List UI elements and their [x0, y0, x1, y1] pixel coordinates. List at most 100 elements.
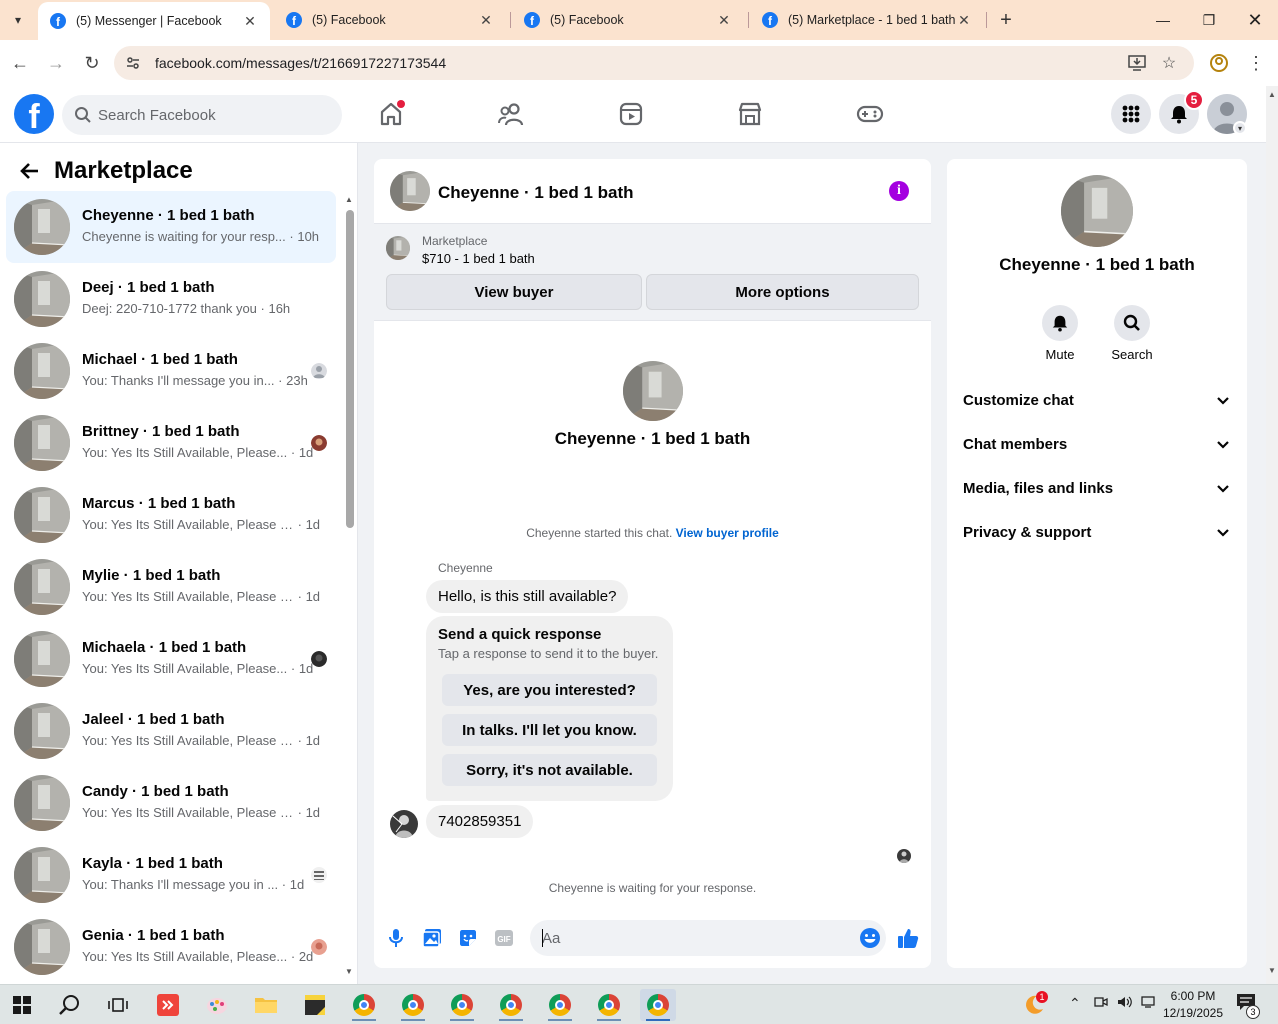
message-input-wrapper[interactable] — [530, 920, 886, 956]
conversation-item[interactable]: Marcus · 1 bed 1 bath You: Yes Its Still … — [6, 479, 336, 551]
chat-title[interactable]: Cheyenne · 1 bed 1 bath — [438, 183, 634, 203]
chat-members-row[interactable]: Chat members — [963, 422, 1231, 466]
marketplace-nav-button[interactable] — [730, 98, 770, 130]
conversation-item[interactable]: Michael · 1 bed 1 bath You: Thanks I'll m… — [6, 335, 336, 407]
intro-avatar[interactable] — [623, 361, 683, 421]
scroll-up-arrow-icon[interactable]: ▲ — [1268, 90, 1276, 99]
conversation-item[interactable]: Deej · 1 bed 1 bath Deej: 220-710-1772 th… — [6, 263, 336, 335]
site-info-icon[interactable] — [124, 54, 142, 72]
more-options-button[interactable]: More options — [646, 274, 919, 310]
gif-icon[interactable]: GIF — [492, 926, 516, 950]
details-avatar[interactable] — [1061, 175, 1133, 247]
show-hidden-icons-chevron-up-icon[interactable]: ⌃ — [1069, 995, 1081, 1012]
close-tab-icon[interactable]: ✕ — [716, 12, 732, 29]
photo-icon[interactable] — [420, 926, 444, 950]
address-bar[interactable]: facebook.com/messages/t/2166917227173544… — [114, 46, 1194, 80]
sticker-icon[interactable] — [456, 926, 480, 950]
home-nav-button[interactable] — [371, 98, 411, 130]
scrollbar-thumb[interactable] — [346, 210, 354, 528]
mute-action[interactable]: Mute — [1030, 305, 1090, 362]
back-arrow-icon[interactable] — [18, 159, 42, 183]
scroll-down-arrow-icon[interactable]: ▼ — [1268, 966, 1276, 975]
page-scrollbar[interactable]: ▲ ▼ — [1266, 86, 1278, 984]
privacy-support-row[interactable]: Privacy & support — [963, 510, 1231, 554]
browser-menu-icon[interactable]: ⋮ — [1243, 50, 1269, 76]
emoji-icon[interactable] — [858, 926, 882, 950]
conversation-item[interactable]: Cheyenne · 1 bed 1 bath Cheyenne is waiti… — [6, 191, 336, 263]
taskbar-app-chrome-active[interactable] — [640, 989, 676, 1021]
tab-facebook-1[interactable]: f (5) Facebook ✕ — [274, 0, 506, 40]
new-tab-button[interactable]: + — [994, 8, 1018, 32]
taskbar-app-sticky-notes[interactable] — [297, 989, 333, 1021]
close-tab-icon[interactable]: ✕ — [956, 12, 972, 29]
mute-button[interactable] — [1042, 305, 1078, 341]
account-chevron-down-icon[interactable]: ▾ — [1233, 121, 1247, 135]
taskbar-search-button[interactable] — [52, 989, 88, 1021]
listing-thumbnail[interactable] — [386, 236, 410, 260]
close-tab-icon[interactable]: ✕ — [478, 12, 494, 29]
sidebar-scrollbar[interactable]: ▲ ▼ — [345, 195, 354, 976]
install-app-icon[interactable] — [1127, 53, 1147, 73]
meet-now-icon[interactable] — [1094, 995, 1108, 1012]
close-tab-icon[interactable]: ✕ — [242, 13, 258, 30]
conversation-item[interactable]: Mylie · 1 bed 1 bath You: Yes Its Still A… — [6, 551, 336, 623]
tab-marketplace[interactable]: f (5) Marketplace - 1 bed 1 bath ✕ — [750, 0, 984, 40]
tab-messenger[interactable]: f (5) Messenger | Facebook ✕ — [38, 2, 270, 40]
taskbar-app-chrome-6[interactable] — [591, 989, 627, 1021]
taskbar-app-chrome-4[interactable] — [493, 989, 529, 1021]
sender-avatar[interactable] — [390, 810, 418, 838]
tab-search-button[interactable]: ▾ — [6, 8, 30, 32]
conversation-item[interactable]: Michaela · 1 bed 1 bath You: Yes Its Stil… — [6, 623, 336, 695]
reload-button[interactable]: ↻ — [79, 50, 105, 76]
quick-reply-not-available-button[interactable]: Sorry, it's not available. — [442, 754, 657, 786]
conversation-item[interactable]: Genia · 1 bed 1 bath You: Yes Its Still A… — [6, 911, 336, 983]
message-input[interactable] — [542, 920, 842, 956]
profile-account-icon[interactable] — [1206, 50, 1232, 76]
conversation-item[interactable]: Kayla · 1 bed 1 bath You: Thanks I'll mes… — [6, 839, 336, 911]
close-window-button[interactable]: ✕ — [1232, 0, 1278, 40]
restore-button[interactable]: ❐ — [1186, 0, 1232, 40]
weather-widget[interactable]: 1 — [1016, 989, 1052, 1021]
gaming-nav-button[interactable] — [850, 98, 890, 130]
taskbar-app-chrome-2[interactable] — [395, 989, 431, 1021]
taskbar-clock[interactable]: 6:00 PM 12/19/2025 — [1158, 988, 1228, 1022]
conversation-item[interactable]: Brittney · 1 bed 1 bath You: Yes Its Stil… — [6, 407, 336, 479]
microphone-icon[interactable] — [384, 926, 408, 950]
bookmark-star-icon[interactable]: ☆ — [1159, 53, 1179, 73]
menu-button[interactable] — [1111, 94, 1151, 134]
scroll-up-arrow-icon[interactable]: ▲ — [345, 195, 353, 204]
friends-nav-button[interactable] — [491, 98, 531, 130]
conversation-item[interactable]: Candy · 1 bed 1 bath You: Yes Its Still A… — [6, 767, 336, 839]
taskbar-app-chrome-3[interactable] — [444, 989, 480, 1021]
facebook-search[interactable] — [62, 95, 342, 135]
listing-title[interactable]: $710 - 1 bed 1 bath — [422, 251, 535, 266]
facebook-logo[interactable]: f — [14, 94, 54, 134]
search-in-chat-button[interactable] — [1114, 305, 1150, 341]
quick-reply-interested-button[interactable]: Yes, are you interested? — [442, 674, 657, 706]
customize-chat-row[interactable]: Customize chat — [963, 378, 1231, 422]
like-thumbs-up-icon[interactable] — [896, 926, 920, 950]
info-icon[interactable]: i — [889, 181, 909, 201]
view-buyer-button[interactable]: View buyer — [386, 274, 642, 310]
scroll-down-arrow-icon[interactable]: ▼ — [345, 967, 353, 976]
taskbar-app-paint[interactable] — [199, 989, 235, 1021]
task-view-button[interactable] — [100, 989, 136, 1021]
forward-button[interactable]: → — [43, 50, 69, 76]
taskbar-app-chrome-5[interactable] — [542, 989, 578, 1021]
conversation-item[interactable]: Jaleel · 1 bed 1 bath You: Yes Its Still … — [6, 695, 336, 767]
chat-avatar[interactable] — [390, 171, 430, 211]
network-icon[interactable] — [1141, 995, 1157, 1012]
video-nav-button[interactable] — [611, 98, 651, 130]
taskbar-app-chrome-1[interactable] — [346, 989, 382, 1021]
start-button[interactable] — [4, 989, 40, 1021]
search-input[interactable] — [98, 95, 328, 135]
view-buyer-profile-link[interactable]: View buyer profile — [676, 526, 779, 540]
back-button[interactable]: ← — [7, 50, 33, 76]
minimize-button[interactable]: — — [1140, 0, 1186, 40]
media-files-links-row[interactable]: Media, files and links — [963, 466, 1231, 510]
tab-facebook-2[interactable]: f (5) Facebook ✕ — [512, 0, 744, 40]
volume-icon[interactable] — [1117, 995, 1133, 1012]
quick-reply-in-talks-button[interactable]: In talks. I'll let you know. — [442, 714, 657, 746]
taskbar-app-file-explorer[interactable] — [248, 989, 284, 1021]
taskbar-app-anydesk[interactable] — [150, 989, 186, 1021]
